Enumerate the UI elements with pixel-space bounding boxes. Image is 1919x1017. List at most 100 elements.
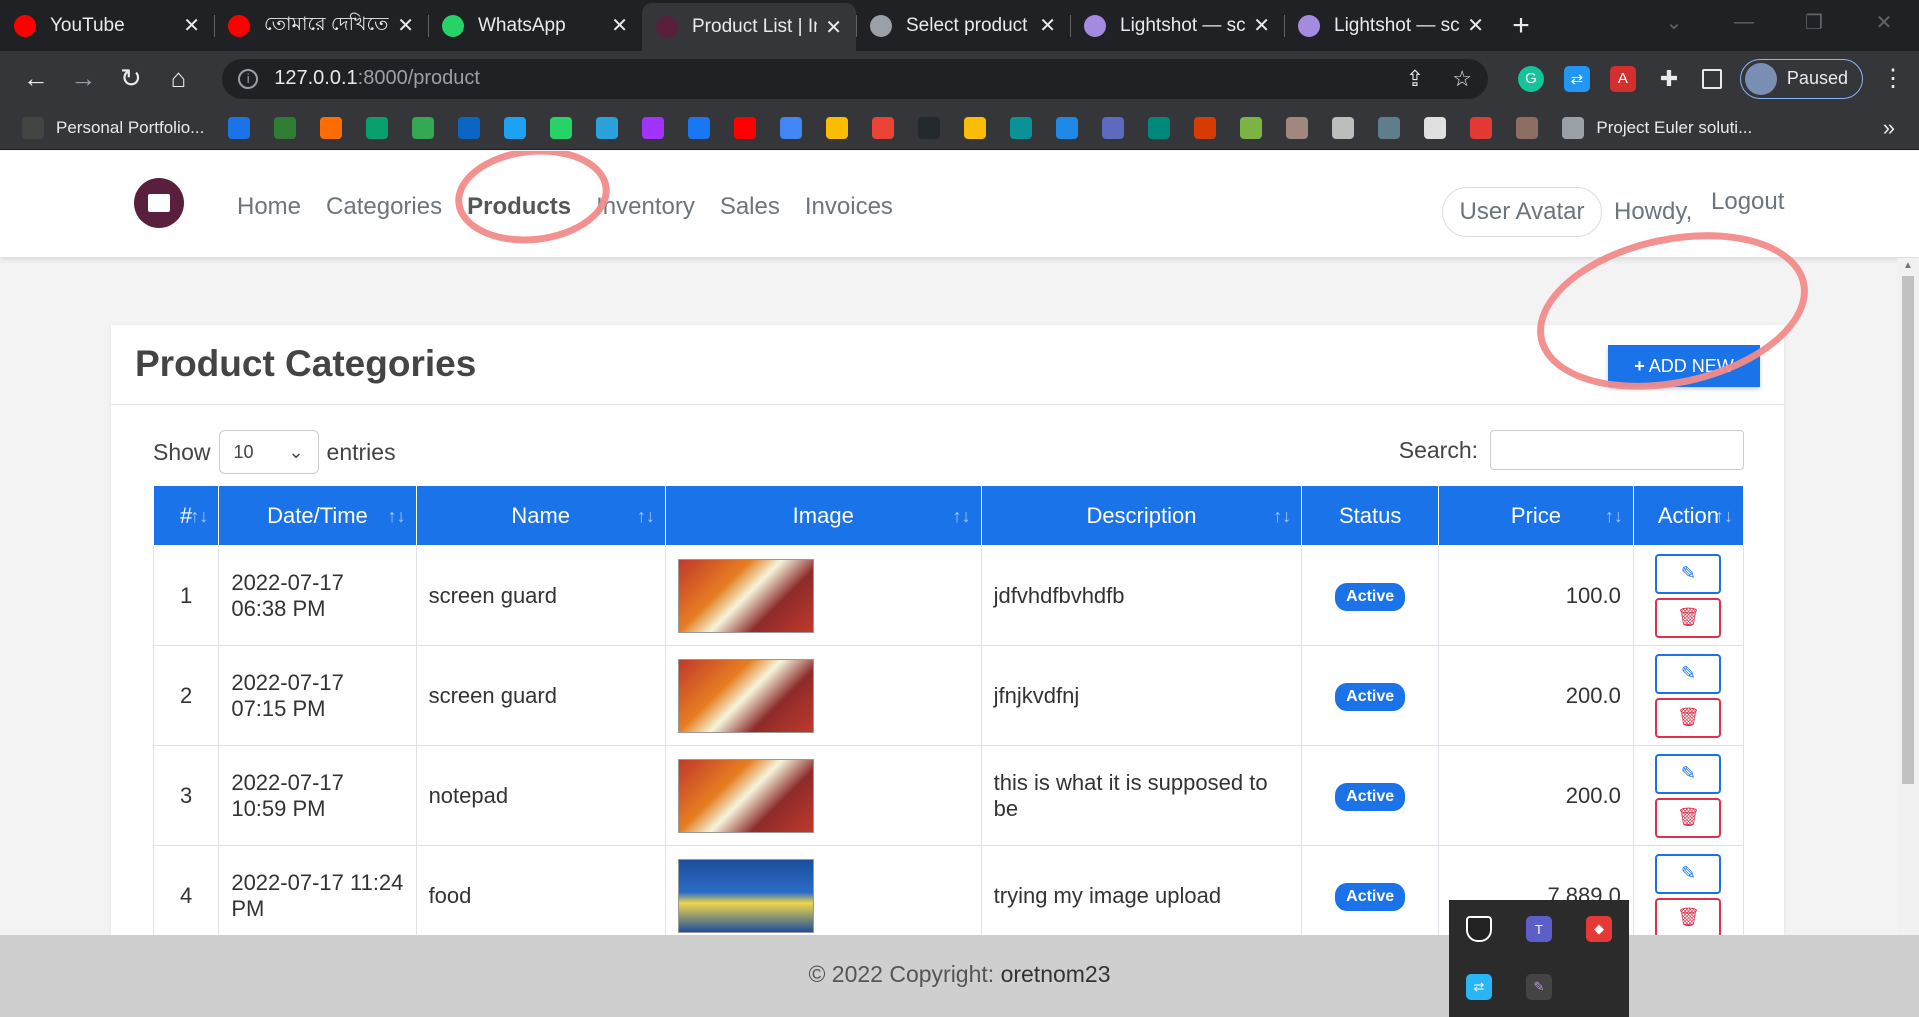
bookmark-item[interactable] [1148, 116, 1171, 139]
sidepanel-icon[interactable] [1701, 68, 1722, 89]
browser-tab[interactable]: Lightshot — sc ✕ [1070, 0, 1284, 51]
bookmark-item[interactable]: Personal Portfolio... [22, 116, 204, 139]
delete-button[interactable]: 🗑 [1655, 597, 1722, 638]
site-logo[interactable] [134, 178, 184, 228]
delete-button[interactable]: 🗑 [1655, 897, 1722, 938]
nav-link-invoices[interactable]: Invoices [805, 193, 893, 221]
bookmark-item[interactable] [1378, 116, 1401, 139]
bookmark-item[interactable] [550, 116, 573, 139]
bookmark-item[interactable] [320, 116, 343, 139]
sync-icon[interactable]: ⇄ [1466, 974, 1492, 1000]
edit-button[interactable]: ✎ [1655, 753, 1722, 794]
column-header[interactable]: Image ↑↓ [664, 485, 982, 546]
close-icon[interactable]: ✕ [1253, 13, 1270, 38]
page-size-select[interactable]: 10 ⌄ [218, 430, 319, 474]
site-info-icon[interactable]: i [238, 68, 259, 89]
edit-button[interactable]: ✎ [1655, 653, 1722, 694]
close-icon[interactable]: ✕ [611, 13, 628, 38]
scroll-up-icon[interactable]: ▲ [1903, 260, 1913, 271]
close-icon[interactable]: ✕ [825, 15, 842, 40]
bookmark-item[interactable] [458, 116, 481, 139]
bookmark-item[interactable] [1470, 116, 1493, 139]
column-header[interactable]: # ↑↓ [152, 485, 220, 546]
bookmark-item[interactable] [826, 116, 849, 139]
puzzle-icon[interactable]: ✚ [1656, 66, 1682, 92]
pdf-icon[interactable]: A [1609, 65, 1636, 92]
browser-tab[interactable]: Product List | In ✕ [642, 3, 856, 51]
bookmark-item[interactable] [872, 116, 895, 139]
close-icon[interactable]: ✕ [397, 13, 414, 38]
column-header[interactable]: Action ↑↓ [1632, 485, 1745, 546]
bookmark-item[interactable] [918, 116, 941, 139]
teams-icon[interactable]: T [1526, 916, 1552, 942]
bookmark-item[interactable] [228, 116, 251, 139]
bookmark-item[interactable] [596, 116, 619, 139]
reload-icon[interactable]: ↻ [109, 57, 153, 101]
scrollbar-thumb[interactable] [1902, 276, 1914, 784]
bookmark-item[interactable] [504, 116, 527, 139]
close-icon[interactable]: ✕ [183, 13, 200, 38]
bookmark-item[interactable] [780, 116, 803, 139]
bookmark-item[interactable] [412, 116, 435, 139]
bookmark-item[interactable] [1424, 116, 1447, 139]
page-scrollbar[interactable]: ▲ [1897, 258, 1919, 935]
transfer-icon[interactable]: ⇄ [1563, 65, 1590, 92]
anydesk-icon[interactable]: ◆ [1586, 916, 1612, 942]
feather-icon[interactable]: ✎ [1526, 974, 1552, 1000]
bookmark-item[interactable] [964, 116, 987, 139]
column-header[interactable]: Status [1301, 485, 1440, 546]
column-header[interactable]: Date/Time ↑↓ [218, 485, 417, 546]
edit-button[interactable]: ✎ [1655, 553, 1722, 594]
logout-link[interactable]: Logout [1711, 188, 1784, 216]
column-header[interactable]: Description ↑↓ [980, 485, 1303, 546]
security-shield-icon[interactable] [1466, 916, 1492, 942]
edit-button[interactable]: ✎ [1655, 853, 1722, 894]
restore-icon[interactable]: ❐ [1779, 0, 1849, 45]
close-icon[interactable]: ✕ [1039, 13, 1056, 38]
search-input[interactable] [1490, 430, 1744, 470]
share-icon[interactable]: ⇪ [1406, 66, 1424, 92]
bookmark-item[interactable] [1056, 116, 1079, 139]
bookmark-item[interactable] [642, 116, 665, 139]
bookmark-item[interactable] [1194, 116, 1217, 139]
address-bar[interactable]: i 127.0.0.1:8000/product ⇪ ☆ [222, 58, 1488, 99]
profile-button[interactable]: Paused [1739, 58, 1863, 99]
bookmark-item[interactable] [1102, 116, 1125, 139]
browser-tab[interactable]: YouTube ✕ [0, 0, 214, 51]
bookmark-item[interactable] [734, 116, 757, 139]
nav-link-home[interactable]: Home [237, 193, 301, 221]
browser-tab[interactable]: তোমারে দেখিতে ✕ [214, 0, 428, 51]
bookmark-item[interactable] [1286, 116, 1309, 139]
bookmark-item[interactable] [274, 116, 297, 139]
delete-button[interactable]: 🗑 [1655, 697, 1722, 738]
delete-button[interactable]: 🗑 [1655, 797, 1722, 838]
more-bookmarks-icon[interactable]: » [1883, 115, 1895, 141]
bookmark-item[interactable] [688, 116, 711, 139]
minimize-icon[interactable]: — [1709, 0, 1779, 45]
bookmark-star-icon[interactable]: ☆ [1452, 66, 1472, 92]
column-header[interactable]: Price ↑↓ [1438, 485, 1634, 546]
bookmark-item[interactable] [1516, 116, 1539, 139]
home-icon[interactable]: ⌂ [157, 57, 201, 101]
grammarly-icon[interactable]: G [1517, 65, 1544, 92]
copyright-owner[interactable]: oretnom23 [1001, 961, 1111, 987]
browser-tab[interactable]: WhatsApp ✕ [428, 0, 642, 51]
nav-link-inventory[interactable]: Inventory [596, 193, 695, 221]
bookmark-item[interactable]: Project Euler soluti... [1562, 116, 1752, 139]
close-icon[interactable]: ✕ [1467, 13, 1484, 38]
bookmark-item[interactable] [1240, 116, 1263, 139]
menu-kebab-icon[interactable]: ⋮ [1881, 64, 1905, 93]
browser-tab[interactable]: Select product ✕ [856, 0, 1070, 51]
user-avatar[interactable]: User Avatar [1442, 187, 1602, 237]
browser-tab[interactable]: Lightshot — sc ✕ [1284, 0, 1498, 51]
bookmark-item[interactable] [1010, 116, 1033, 139]
bookmark-item[interactable] [366, 116, 389, 139]
nav-link-sales[interactable]: Sales [720, 193, 780, 221]
new-tab-icon[interactable]: + [1498, 0, 1544, 51]
forward-icon[interactable]: → [62, 57, 106, 101]
close-window-icon[interactable]: ✕ [1849, 0, 1919, 45]
nav-link-categories[interactable]: Categories [326, 193, 442, 221]
bookmark-item[interactable] [1332, 116, 1355, 139]
tab-search-icon[interactable]: ⌄ [1639, 0, 1709, 45]
column-header[interactable]: Name ↑↓ [415, 485, 666, 546]
